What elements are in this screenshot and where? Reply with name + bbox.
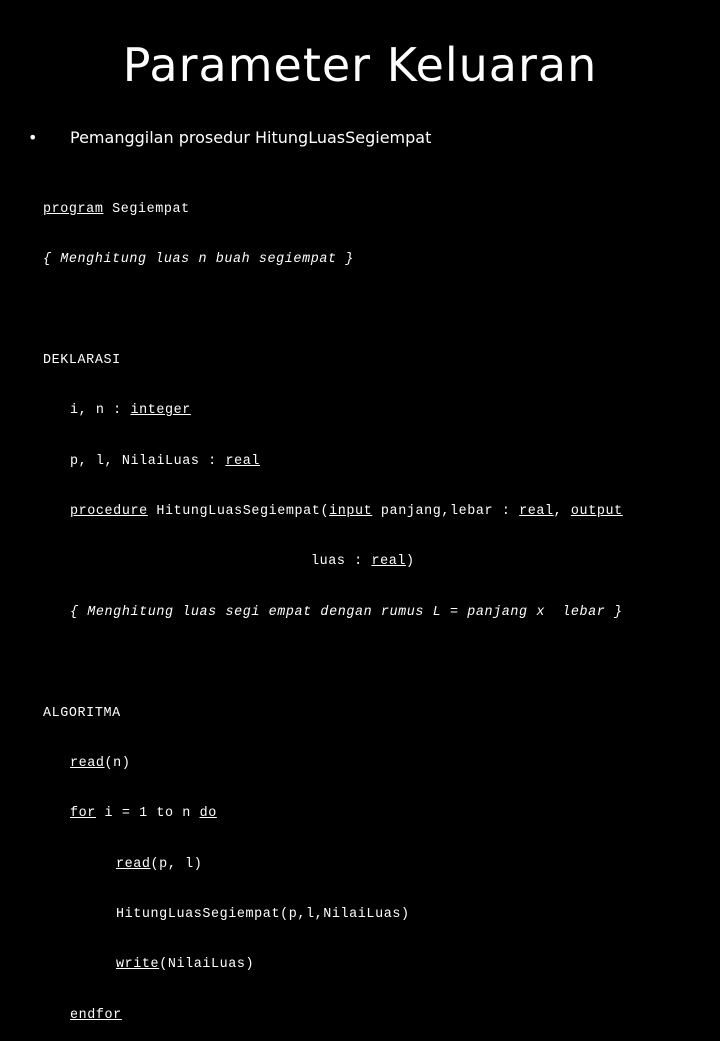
procedure-close: ) [406, 554, 415, 570]
param-separator: , [553, 503, 571, 519]
code-comment-procedure: { Menghitung luas segi empat dengan rumu… [70, 604, 623, 620]
code-line-for: for i = 1 to n do [43, 806, 623, 823]
code-line-read-n: read(n) [43, 756, 623, 773]
bullet-text: Pemanggilan prosedur HitungLuasSegiempat [70, 128, 432, 147]
bullet-item: • Pemanggilan prosedur HitungLuasSegiempa… [28, 128, 431, 147]
section-deklarasi: DEKLARASI [43, 352, 121, 368]
keyword-procedure: procedure [70, 503, 148, 519]
bullet-icon: • [28, 128, 38, 147]
keyword-write: write [116, 957, 160, 973]
decl-vars: p, l, NilaiLuas : [70, 453, 226, 469]
code-line-decl-1: i, n : integer [43, 403, 623, 420]
code-line-read-pl: read(p, l) [43, 857, 623, 874]
keyword-real: real [519, 503, 554, 519]
keyword-do: do [199, 806, 217, 822]
procedure-params: panjang,lebar : [372, 503, 520, 519]
output-param: luas : [311, 554, 372, 570]
decl-vars: i, n : [70, 403, 131, 419]
for-range: i = 1 to n [95, 806, 200, 822]
keyword-read: read [116, 856, 151, 872]
code-block: program Segiempat { Menghitung luas n bu… [43, 168, 623, 1041]
slide-title: Parameter Keluaran [122, 38, 598, 92]
code-line-write: write(NilaiLuas) [43, 957, 623, 974]
keyword-real: real [225, 453, 260, 469]
program-name: Segiempat [103, 201, 190, 217]
keyword-read: read [70, 755, 105, 771]
read-args: (p, l) [150, 856, 203, 872]
keyword-integer: integer [130, 403, 191, 419]
code-line-decl-2: p, l, NilaiLuas : real [43, 454, 623, 471]
code-comment-header: { Menghitung luas n buah segiempat } [43, 251, 354, 267]
read-args: (n) [104, 755, 131, 771]
keyword-real: real [371, 554, 406, 570]
code-line-procedure: procedure HitungLuasSegiempat(input panj… [43, 504, 623, 521]
section-algoritma: ALGORITMA [43, 705, 121, 721]
keyword-program: program [43, 201, 104, 217]
code-line-endfor: endfor [43, 1008, 623, 1025]
code-line-call: HitungLuasSegiempat(p,l,NilaiLuas) [116, 907, 410, 923]
code-line-program: program Segiempat [43, 202, 623, 219]
procedure-name: HitungLuasSegiempat( [147, 503, 330, 519]
write-args: (NilaiLuas) [159, 957, 255, 973]
keyword-output: output [570, 503, 623, 519]
code-line-procedure-cont: luas : real) [43, 554, 623, 571]
keyword-for: for [70, 806, 96, 822]
keyword-input: input [329, 503, 373, 519]
keyword-endfor: endfor [70, 1007, 122, 1023]
